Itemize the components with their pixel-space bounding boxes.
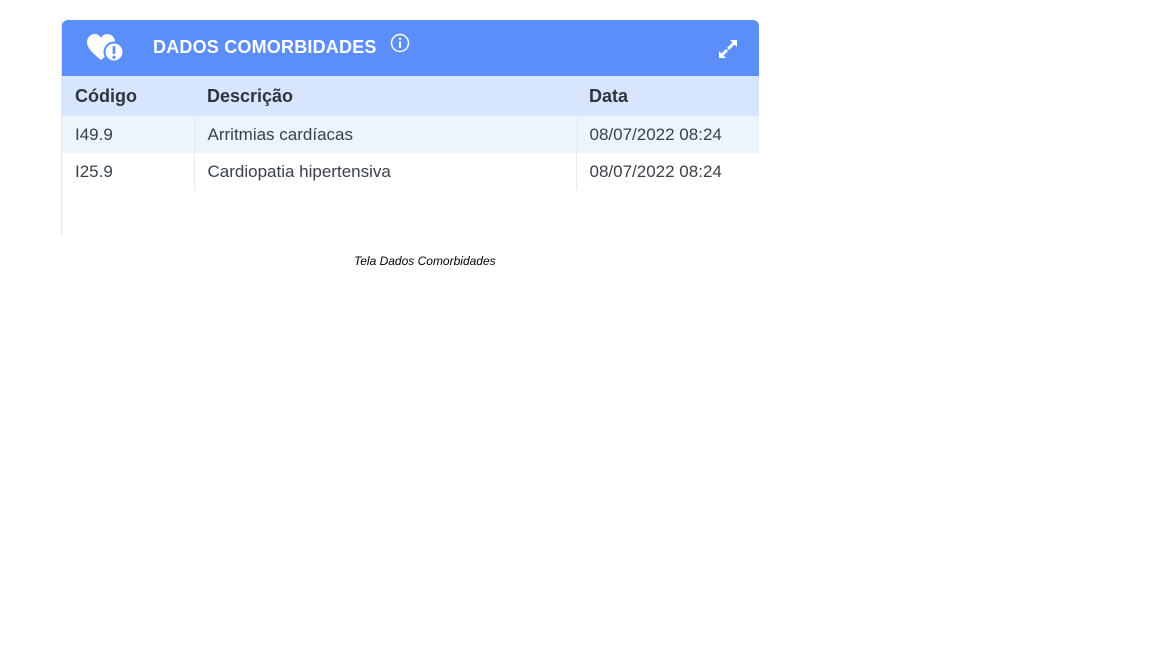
- cell-descricao: Cardiopatia hipertensiva: [193, 153, 576, 190]
- cell-descricao: Arritmias cardíacas: [193, 116, 576, 153]
- cell-codigo: I25.9: [62, 153, 194, 190]
- cell-codigo: I49.9: [62, 116, 194, 153]
- heart-alert-icon: [87, 34, 125, 63]
- comorbidities-panel: DADOS COMORBIDADES Código Descrição Data: [61, 20, 759, 235]
- panel-header: DADOS COMORBIDADES: [62, 20, 759, 76]
- cell-data: 08/07/2022 08:24: [575, 153, 759, 190]
- column-header-descricao[interactable]: Descrição: [194, 76, 576, 116]
- info-icon[interactable]: [390, 33, 410, 53]
- expand-icon[interactable]: [717, 38, 739, 60]
- table-row[interactable]: I49.9 Arritmias cardíacas 08/07/2022 08:…: [62, 116, 759, 153]
- cell-data: 08/07/2022 08:24: [575, 116, 759, 153]
- column-header-codigo[interactable]: Código: [62, 76, 194, 116]
- figure-caption: Tela Dados Comorbidades: [354, 254, 496, 268]
- comorbidities-table: Código Descrição Data I49.9 Arritmias ca…: [62, 76, 759, 190]
- table-row[interactable]: I25.9 Cardiopatia hipertensiva 08/07/202…: [62, 153, 759, 190]
- column-header-data[interactable]: Data: [576, 76, 759, 116]
- table-header-row: Código Descrição Data: [62, 76, 759, 116]
- panel-title: DADOS COMORBIDADES: [153, 37, 377, 57]
